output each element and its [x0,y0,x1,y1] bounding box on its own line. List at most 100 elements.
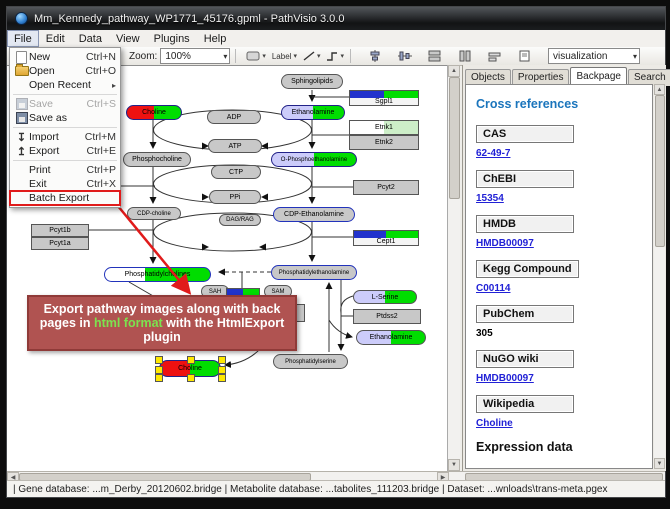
crossref-link[interactable]: HMDB00097 [476,373,652,384]
save-as-icon [16,112,28,124]
screenshot-frame: Mm_Kennedy_pathway_WP1771_45176.gpml - P… [0,0,670,509]
open-folder-icon [15,66,29,76]
save-icon [16,98,28,110]
menu-item-shortcut: Ctrl+O [85,65,116,77]
chevron-down-icon: ▾ [627,52,637,61]
menu-item-label: Open Recent [29,79,112,91]
menu-item-label: Print [29,164,83,176]
crossref-link[interactable]: HMDB00097 [476,238,652,249]
crossref-link[interactable]: C00114 [476,283,652,294]
line-tool-icon[interactable]: ▾ [302,47,322,65]
crossref-database-box: Kegg Compound [476,260,579,278]
menu-separator [13,127,117,128]
menu-item-label: Save [29,98,83,110]
new-document-icon [14,51,29,64]
title-bar[interactable]: Mm_Kennedy_pathway_WP1771_45176.gpml - P… [7,7,665,30]
scroll-down-icon[interactable]: ▼ [654,458,665,469]
crossref-section-wikipedia: WikipediaCholine [476,395,652,429]
window-title: Mm_Kennedy_pathway_WP1771_45176.gpml - P… [34,13,344,25]
side-panel: ObjectsPropertiesBackpageSearchLegend Cr… [462,65,666,471]
file-menu-item-save-as[interactable]: Save as [10,111,120,125]
menu-item-shortcut: Ctrl+X [87,178,116,190]
file-menu-popup: New Ctrl+NOpenCtrl+OOpen Recent▸ Save Ctrl+… [9,47,121,208]
app-icon [15,12,28,25]
chevron-down-icon: ▾ [217,52,227,61]
file-menu-item-import[interactable]: ↧ImportCtrl+M [10,130,120,144]
crossref-database-box: NuGO wiki [476,350,574,368]
menu-data[interactable]: Data [72,30,109,47]
cross-reference-sections: CAS 62-49-7 ChEBI 15354 HMDB HMDB00097 Kegg Co… [476,125,652,429]
menu-edit[interactable]: Edit [39,30,72,47]
crossref-section-chebi: ChEBI 15354 [476,170,652,204]
file-menu-item-batch-export[interactable]: Batch Export [10,191,120,205]
common-size-icon[interactable] [486,47,504,65]
file-menu-item-open[interactable]: OpenCtrl+O [10,64,120,78]
file-menu-item-print[interactable]: Print Ctrl+P [10,163,120,177]
crossref-database-box: ChEBI [476,170,574,188]
annotation-text: with the HtmlExport plugin [143,316,284,344]
menu-item-label: Save as [29,112,116,124]
menu-item-shortcut: Ctrl+N [86,51,116,63]
status-bar: | Gene database: ...m_Derby_20120602.bri… [7,480,665,497]
menu-item-label: New [29,51,82,63]
menu-view[interactable]: View [109,30,147,47]
file-menu-item-new[interactable]: New Ctrl+N [10,50,120,64]
open-folder-icon [14,66,29,76]
align-middle-icon[interactable] [396,47,414,65]
save-as-icon [14,112,29,124]
menu-item-shortcut: Ctrl+P [87,164,116,176]
crossref-database-box: PubChem [476,305,574,323]
file-menu-item-export[interactable]: ↥ExportCtrl+E [10,144,120,158]
backpage-content[interactable]: Cross references CAS62-49-7ChEBI15354HMD… [465,84,653,469]
scroll-up-icon[interactable]: ▲ [654,84,665,95]
crossref-link[interactable]: 62-49-7 [476,148,652,159]
menu-item-shortcut: Ctrl+E [87,145,116,157]
crossref-value: 305 [476,328,652,339]
datanode-tool-icon[interactable]: ▾ [245,47,267,65]
align-center-icon[interactable] [366,47,384,65]
app-window: Mm_Kennedy_pathway_WP1771_45176.gpml - P… [6,6,666,498]
menu-help[interactable]: Help [197,30,234,47]
crossref-section-pubchem: PubChem 305 [476,305,652,339]
panel-tabs: ObjectsPropertiesBackpageSearchLegend [465,67,670,84]
crossref-link[interactable]: Choline [476,418,652,429]
canvas-vertical-scrollbar[interactable]: ▲ ▼ [447,65,460,471]
scrollbar-thumb[interactable] [655,95,665,247]
menu-item-label: Batch Export [29,192,116,204]
visualization-value: visualization [553,51,607,62]
menu-file[interactable]: File [7,30,39,47]
stack-horizontal-icon[interactable] [456,47,474,65]
scroll-up-icon[interactable]: ▲ [448,65,460,77]
zoom-value: 100% [165,51,191,62]
panel-vertical-scrollbar[interactable]: ▲ ▼ [654,84,665,469]
crossref-link[interactable]: 15354 [476,193,652,204]
save-icon [14,98,29,110]
menu-separator [13,94,117,95]
file-menu-item-open-recent[interactable]: Open Recent▸ [10,78,120,92]
menu-item-shortcut: Ctrl+M [85,131,116,143]
annotation-highlight: html format [94,316,163,330]
menu-item-label: Export [29,145,83,157]
menu-item-label: Import [29,131,81,143]
file-menu-item-exit[interactable]: ExitCtrl+X [10,177,120,191]
new-document-icon [16,51,27,64]
scroll-down-icon[interactable]: ▼ [448,459,460,471]
visualization-combobox[interactable]: visualization ▾ [548,48,640,64]
crossref-database-box: HMDB [476,215,574,233]
crossref-database-box: CAS [476,125,574,143]
annotation-callout: Export pathway images along with back pa… [27,295,297,351]
crossref-section-hmdb: HMDB HMDB00097 [476,215,652,249]
scrollbar-thumb[interactable] [449,77,460,199]
file-menu-item-save[interactable]: Save Ctrl+S [10,97,120,111]
menu-separator [13,160,117,161]
menu-item-shortcut: Ctrl+S [87,98,116,110]
label-tool-icon[interactable]: Label▾ [271,47,298,65]
menu-plugins[interactable]: Plugins [147,30,197,47]
tab-backpage[interactable]: Backpage [570,67,626,84]
stack-vertical-icon[interactable] [426,47,444,65]
zoom-combobox[interactable]: 100% ▾ [160,48,230,64]
connector-tool-icon[interactable]: ▾ [325,47,345,65]
preview-icon[interactable] [516,47,534,65]
crossref-section-cas: CAS 62-49-7 [476,125,652,159]
toolbar-separator [350,49,351,63]
